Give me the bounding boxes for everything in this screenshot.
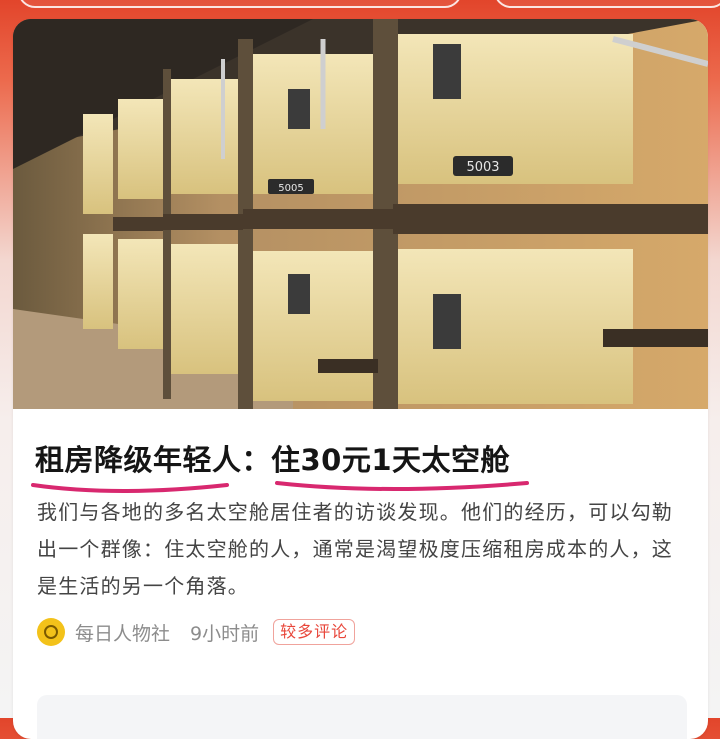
coin-icon[interactable] bbox=[37, 618, 65, 646]
article-photo[interactable]: 5003 5005 bbox=[13, 19, 708, 409]
article-meta: 每日人物社 9小时前 较多评论 bbox=[37, 617, 356, 647]
comments-tag: 较多评论 bbox=[273, 619, 356, 645]
top-tab-pill[interactable] bbox=[494, 0, 720, 8]
article-card[interactable]: 5003 5005 租房降级年轻人：住30元1天太空舱 我们与各地的多名太空舱居… bbox=[13, 19, 708, 739]
pod-number-label: 5003 bbox=[466, 160, 499, 175]
next-card-preview bbox=[37, 695, 687, 739]
pod-number-label: 5005 bbox=[278, 183, 303, 194]
article-summary[interactable]: 我们与各地的多名太空舱居住者的访谈发现。他们的经历，可以勾勒出一个群像：住太空舱… bbox=[37, 494, 687, 605]
top-tab-pill[interactable] bbox=[18, 0, 462, 8]
source-name[interactable]: 每日人物社 bbox=[75, 619, 170, 646]
publish-time: 9小时前 bbox=[190, 622, 260, 645]
